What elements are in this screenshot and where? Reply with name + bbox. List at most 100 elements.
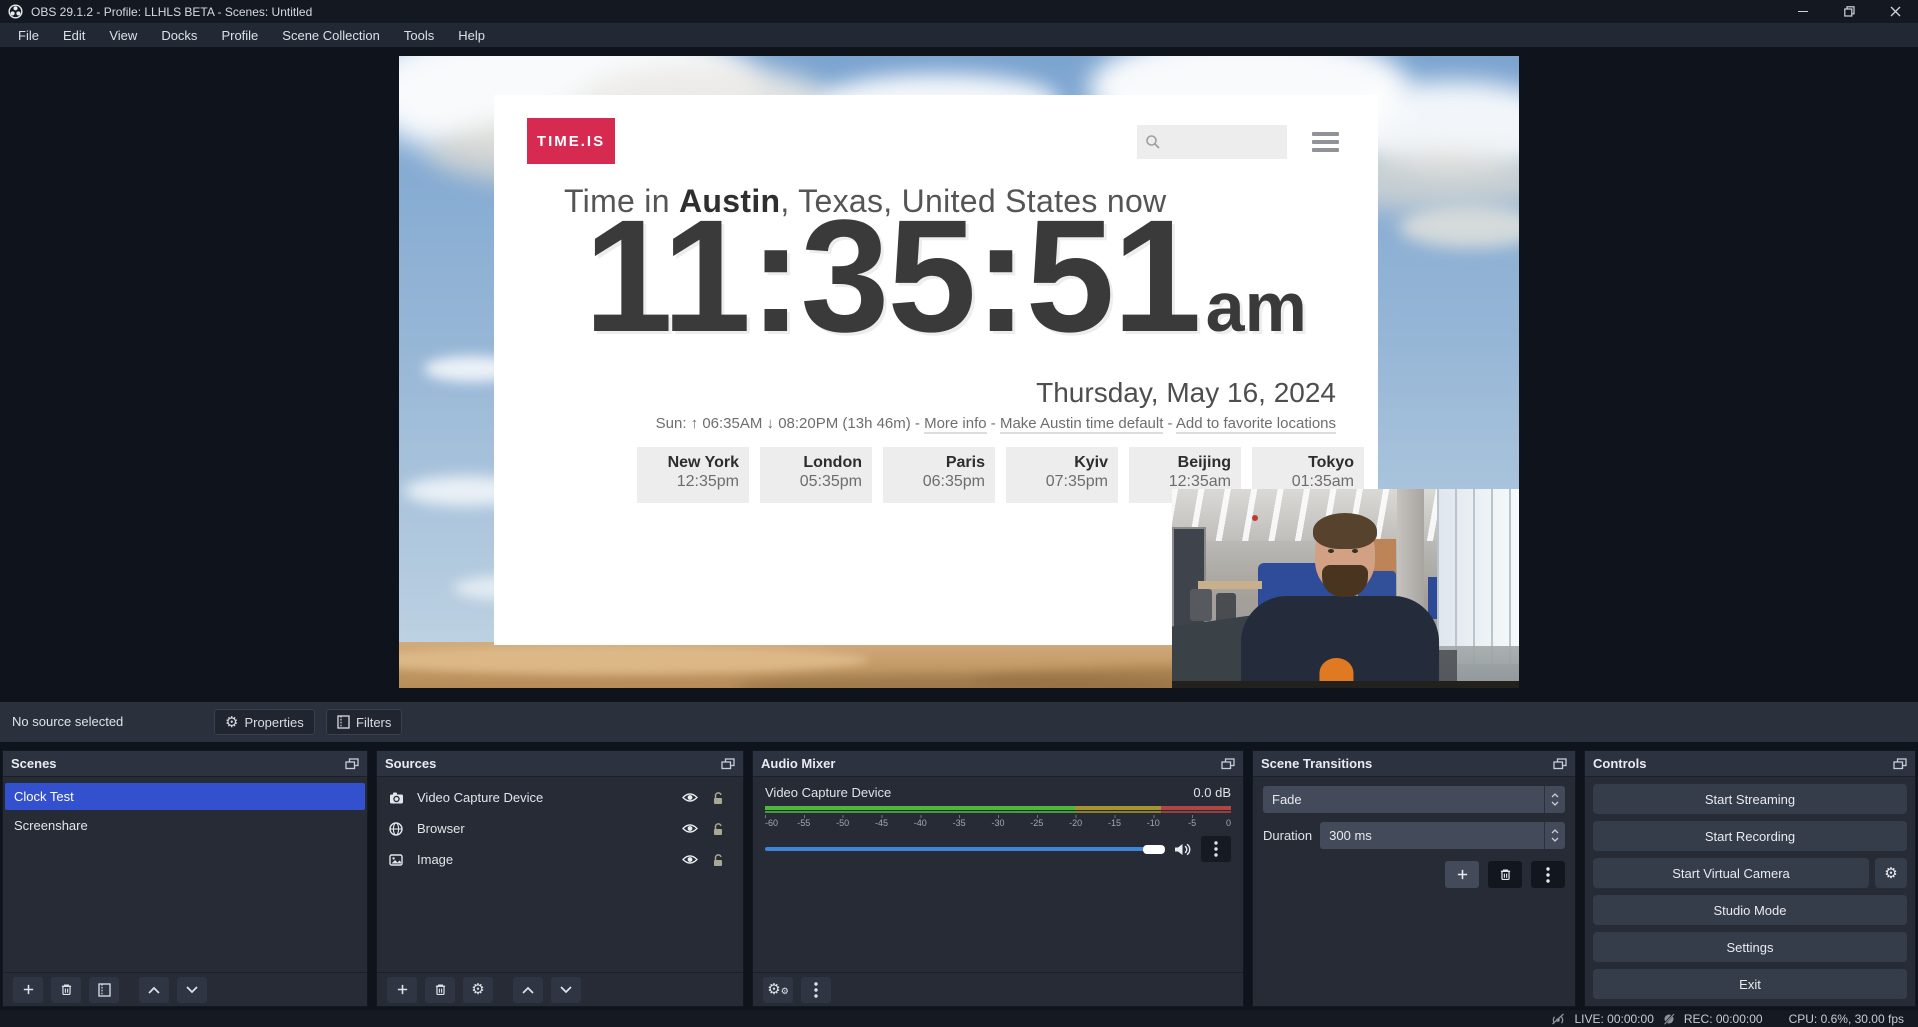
audio-mixer-header: Audio Mixer — [753, 751, 1243, 777]
popout-icon[interactable] — [345, 758, 359, 770]
studio-mode-button[interactable]: Studio Mode — [1593, 895, 1907, 925]
more-info-link[interactable]: More info — [924, 415, 987, 434]
transition-properties-kebab-button[interactable] — [1531, 861, 1565, 888]
minimize-button[interactable] — [1780, 0, 1826, 23]
city-box-london[interactable]: London 05:35pm — [760, 447, 872, 503]
clock-meridiem: am — [1206, 267, 1307, 347]
menu-edit[interactable]: Edit — [51, 25, 97, 46]
mixer-menu-kebab-button[interactable] — [801, 977, 831, 1003]
virtual-camera-settings-button[interactable]: ⚙ — [1875, 858, 1907, 888]
live-signal-off-icon — [1550, 1013, 1566, 1025]
popout-icon[interactable] — [1553, 758, 1567, 770]
menu-docks[interactable]: Docks — [149, 25, 209, 46]
gear-icon: ⚙ — [471, 982, 484, 997]
menu-scene-collection[interactable]: Scene Collection — [270, 25, 392, 46]
select-arrows-icon[interactable] — [1544, 786, 1565, 813]
move-source-down-button[interactable] — [551, 977, 581, 1003]
city-box-new-york[interactable]: New York 12:35pm — [637, 447, 749, 503]
webcam-source — [1172, 489, 1519, 688]
timeis-search-box[interactable] — [1137, 125, 1287, 159]
settings-button[interactable]: Settings — [1593, 932, 1907, 962]
close-button[interactable] — [1872, 0, 1918, 23]
source-item-video-capture[interactable]: Video Capture Device — [377, 783, 743, 812]
scene-filters-button[interactable] — [89, 977, 119, 1003]
city-box-kyiv[interactable]: Kyiv 07:35pm — [1006, 447, 1118, 503]
add-scene-button[interactable] — [13, 977, 43, 1003]
visibility-eye-icon[interactable] — [675, 792, 705, 803]
remove-scene-button[interactable] — [51, 977, 81, 1003]
preview-canvas[interactable]: TIME.IS Time in Austin, Texas, United St… — [399, 56, 1519, 688]
menu-profile[interactable]: Profile — [209, 25, 270, 46]
lock-icon[interactable] — [705, 822, 731, 836]
add-source-button[interactable] — [387, 977, 417, 1003]
scenes-toolbar — [3, 972, 367, 1006]
filters-button[interactable]: Filters — [326, 709, 402, 735]
menu-tools[interactable]: Tools — [392, 25, 446, 46]
make-default-link[interactable]: Make Austin time default — [1000, 415, 1163, 434]
transition-current: Fade — [1263, 792, 1544, 807]
move-scene-up-button[interactable] — [139, 977, 169, 1003]
hamburger-menu-icon[interactable] — [1312, 132, 1339, 152]
move-source-up-button[interactable] — [513, 977, 543, 1003]
popout-icon[interactable] — [1893, 758, 1907, 770]
start-recording-button[interactable]: Start Recording — [1593, 821, 1907, 851]
spinner-arrows-icon[interactable] — [1544, 822, 1565, 849]
timeis-sun-info: Sun: ↑ 06:35AM ↓ 08:20PM (13h 46m) - Mor… — [656, 415, 1336, 432]
volume-slider[interactable] — [765, 847, 1165, 851]
volume-slider-handle[interactable] — [1143, 845, 1165, 854]
webcam-desk-edge — [1172, 681, 1519, 688]
live-timer: LIVE: 00:00:00 — [1574, 1012, 1653, 1026]
source-properties-button[interactable]: ⚙ — [463, 977, 493, 1003]
transitions-title: Scene Transitions — [1261, 756, 1372, 771]
gear-icon: ⚙ — [225, 715, 238, 730]
webcam-table — [1198, 581, 1262, 589]
sources-panel-header: Sources — [377, 751, 743, 777]
volume-meter — [765, 806, 1231, 810]
rec-off-icon — [1662, 1013, 1676, 1025]
start-streaming-button[interactable]: Start Streaming — [1593, 784, 1907, 814]
scene-item-clock-test[interactable]: Clock Test — [5, 783, 365, 810]
menu-file[interactable]: File — [6, 25, 51, 46]
cpu-fps-stats: CPU: 0.6%, 30.00 fps — [1789, 1012, 1904, 1026]
source-item-browser[interactable]: Browser — [377, 814, 743, 843]
sources-toolbar: ⚙ — [377, 972, 743, 1006]
properties-button[interactable]: ⚙ Properties — [214, 709, 315, 735]
lock-icon[interactable] — [705, 791, 731, 805]
webcam-red-light — [1252, 515, 1258, 521]
duration-label: Duration — [1263, 828, 1312, 843]
exit-button[interactable]: Exit — [1593, 969, 1907, 999]
search-input[interactable] — [1167, 134, 1277, 150]
timeis-logo: TIME.IS — [527, 118, 615, 164]
advanced-audio-button[interactable]: ⚙⚙ — [763, 977, 793, 1003]
audio-mixer-panel: Audio Mixer Video Capture Device 0.0 dB … — [752, 750, 1244, 1007]
menu-help[interactable]: Help — [446, 25, 497, 46]
duration-spinbox[interactable]: 300 ms — [1320, 822, 1565, 849]
city-box-paris[interactable]: Paris 06:35pm — [883, 447, 995, 503]
status-bar: LIVE: 00:00:00 REC: 00:00:00 CPU: 0.6%, … — [0, 1010, 1918, 1027]
filter-icon — [337, 715, 350, 729]
restore-button[interactable] — [1826, 0, 1872, 23]
sources-list: Video Capture Device Browser — [377, 777, 743, 972]
mixer-options-kebab-button[interactable] — [1201, 836, 1231, 862]
start-virtual-camera-button[interactable]: Start Virtual Camera — [1593, 858, 1869, 888]
popout-icon[interactable] — [1221, 758, 1235, 770]
webcam-person-eye — [1352, 549, 1358, 553]
scenes-panel: Scenes Clock Test Screenshare — [2, 750, 368, 1007]
add-transition-button[interactable] — [1445, 861, 1479, 888]
remove-transition-button[interactable] — [1488, 861, 1522, 888]
visibility-eye-icon[interactable] — [675, 854, 705, 865]
obs-logo-icon — [8, 4, 23, 19]
scene-item-screenshare[interactable]: Screenshare — [5, 812, 365, 839]
timeis-clock: 11:35:51 am — [584, 196, 1307, 356]
lock-icon[interactable] — [705, 853, 731, 867]
add-favorite-link[interactable]: Add to favorite locations — [1176, 415, 1336, 434]
popout-icon[interactable] — [721, 758, 735, 770]
source-item-image[interactable]: Image — [377, 845, 743, 874]
move-scene-down-button[interactable] — [177, 977, 207, 1003]
transition-select[interactable]: Fade — [1263, 786, 1565, 813]
gear-icon: ⚙ — [1884, 866, 1897, 881]
visibility-eye-icon[interactable] — [675, 823, 705, 834]
speaker-icon[interactable] — [1174, 843, 1192, 856]
menu-view[interactable]: View — [97, 25, 149, 46]
remove-source-button[interactable] — [425, 977, 455, 1003]
